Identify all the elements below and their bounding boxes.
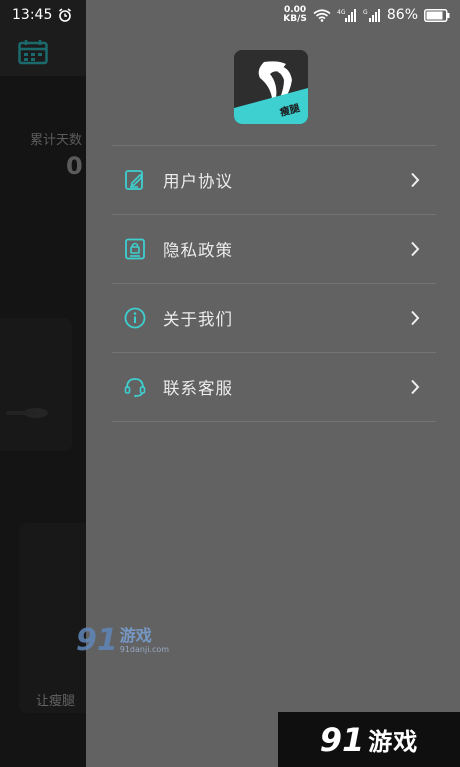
status-bar: 13:45 0.00 KB/S 4G G 86% [0,0,460,30]
alarm-icon [58,8,72,22]
menu-item-contact-support[interactable]: 联系客服 [112,353,436,422]
signal-icon: G [363,8,381,22]
menu-item-about-us[interactable]: 关于我们 [112,284,436,353]
headset-icon [123,375,147,399]
chevron-right-icon [410,310,420,326]
edit-doc-icon [123,168,147,192]
menu-item-label: 关于我们 [163,310,233,329]
svg-text:4G: 4G [337,9,346,16]
chevron-right-icon [410,172,420,188]
watermark-url: 91danji.com [119,645,170,654]
clock-time: 13:45 [12,7,53,23]
watermark-corner: 91 游戏 [278,712,460,767]
app-logo: 瘦腿 [234,50,308,124]
info-icon [123,306,147,330]
network-speed: 0.00 KB/S [283,5,307,24]
battery-percentage: 86% [386,7,418,23]
menu-item-privacy-policy[interactable]: 隐私政策 [112,215,436,284]
watermark-text: 游戏 [119,626,152,645]
drawer-menu: 用户协议 隐私政策 关于我们 联系客服 [112,145,436,422]
menu-item-label: 用户协议 [163,172,233,191]
privacy-lock-icon [123,237,147,261]
watermark-corner-logo: 91 [319,720,365,759]
watermark-logo: 91 [76,623,118,658]
battery-icon [424,8,450,22]
watermark-corner-text: 游戏 [368,728,419,756]
chevron-right-icon [410,379,420,395]
menu-item-label: 联系客服 [163,379,233,398]
watermark-center: 91 游戏 91danji.com [76,623,170,658]
menu-item-user-agreement[interactable]: 用户协议 [112,146,436,215]
chevron-right-icon [410,241,420,257]
svg-text:G: G [363,9,368,16]
wifi-icon [313,8,331,22]
signal-4g-icon: 4G [337,8,357,22]
menu-item-label: 隐私政策 [163,241,233,260]
